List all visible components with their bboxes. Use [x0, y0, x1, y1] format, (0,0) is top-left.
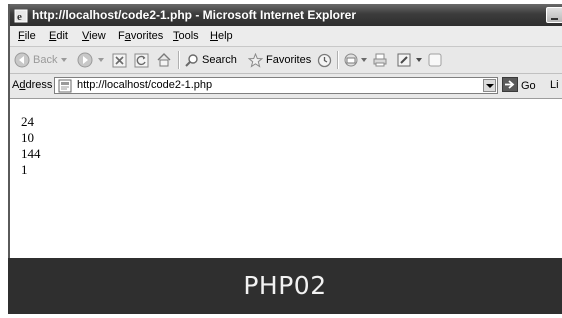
search-label: Search — [202, 54, 237, 66]
browser-window: e http://localhost/code2-1.php - Microso… — [8, 4, 562, 258]
edit-page-icon — [396, 52, 412, 68]
menu-edit[interactable]: Edit — [49, 30, 68, 42]
search-button[interactable]: Search — [184, 47, 237, 73]
back-button[interactable]: Back — [14, 47, 68, 73]
refresh-icon — [134, 53, 149, 68]
caption-banner: PHP02 — [8, 258, 562, 314]
output-line: 1 — [21, 162, 28, 177]
back-arrow-icon — [14, 52, 30, 68]
menu-bar: File Edit View Favorites Tools Help — [10, 26, 562, 47]
toolbar-separator — [337, 51, 339, 69]
forward-arrow-icon — [77, 52, 93, 68]
refresh-button[interactable] — [134, 47, 149, 73]
menu-tools[interactable]: Tools — [173, 30, 199, 42]
print-icon — [372, 52, 388, 68]
minimize-button[interactable] — [546, 7, 562, 23]
mail-button[interactable] — [343, 47, 367, 73]
search-icon — [184, 53, 199, 68]
standard-toolbar: Back Search Favorites — [10, 47, 562, 74]
svg-text:e: e — [17, 11, 22, 23]
chevron-down-icon — [416, 58, 422, 62]
go-label: Go — [521, 80, 536, 92]
links-label[interactable]: Li — [550, 79, 559, 91]
address-dropdown-button[interactable] — [483, 79, 496, 92]
address-url: http://localhost/code2-1.php — [77, 79, 213, 91]
discuss-button[interactable] — [428, 47, 442, 73]
address-label: Address — [12, 79, 53, 91]
favorites-label: Favorites — [266, 54, 312, 66]
home-icon — [156, 52, 172, 68]
title-bar[interactable]: e http://localhost/code2-1.php - Microso… — [10, 4, 562, 26]
page-icon — [58, 79, 72, 96]
output-line: 24 — [21, 114, 34, 129]
window-title: http://localhost/code2-1.php - Microsoft… — [32, 8, 357, 22]
forward-button[interactable] — [77, 47, 104, 73]
page-content: 24 10 144 1 — [10, 99, 562, 258]
print-button[interactable] — [372, 47, 388, 73]
menu-file[interactable]: File — [18, 30, 36, 42]
history-button[interactable] — [317, 47, 332, 73]
chevron-down-icon — [98, 58, 104, 62]
output-line: 10 — [21, 130, 34, 145]
chevron-down-icon — [361, 58, 367, 62]
discuss-icon — [428, 53, 442, 67]
menu-help[interactable]: Help — [210, 30, 233, 42]
php-output: 24 10 144 1 — [21, 114, 41, 178]
menu-favorites[interactable]: Favorites — [118, 30, 163, 42]
chevron-down-icon — [61, 58, 68, 62]
go-button[interactable]: Go — [502, 77, 536, 95]
address-bar: Address http://localhost/code2-1.php Go … — [10, 74, 562, 99]
stop-icon — [112, 53, 127, 68]
mail-icon — [343, 52, 359, 68]
address-input[interactable]: http://localhost/code2-1.php — [54, 77, 498, 94]
home-button[interactable] — [156, 47, 172, 73]
menu-view[interactable]: View — [82, 30, 106, 42]
stop-button[interactable] — [112, 47, 127, 73]
star-icon — [248, 52, 263, 68]
history-icon — [317, 53, 332, 68]
output-line: 144 — [21, 146, 41, 161]
favorites-button[interactable]: Favorites — [248, 47, 311, 73]
toolbar-separator — [178, 51, 180, 69]
internet-explorer-icon: e — [14, 8, 28, 23]
back-label: Back — [33, 54, 58, 66]
go-arrow-icon — [502, 77, 518, 95]
edit-button[interactable] — [396, 47, 422, 73]
